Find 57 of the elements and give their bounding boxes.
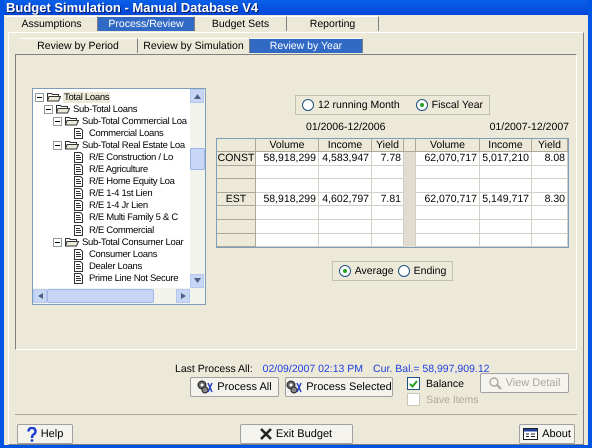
about-button[interactable]: About — [519, 424, 575, 444]
tree-item[interactable]: R/E Construction / Lo — [88, 152, 174, 164]
radio-label[interactable]: 12 running Month — [318, 99, 400, 111]
exit-button[interactable]: Exit Budget — [240, 424, 352, 444]
table-cell: 4,583,947 — [319, 152, 372, 166]
status-label: Last Process All: — [175, 363, 253, 375]
row-header[interactable]: EST — [217, 192, 256, 206]
tree-item[interactable]: Sub-Total Consumer Loar — [81, 236, 184, 248]
period-heading: 01/2007-12/2007 — [490, 121, 569, 133]
tree-item[interactable]: Total Loans — [63, 92, 110, 103]
table-cell: 62,070,717 — [416, 152, 480, 166]
tree-item[interactable]: Commercial Loans — [88, 128, 164, 139]
checkbox-label[interactable]: Balance — [407, 377, 479, 390]
table-cell: 8.30 — [532, 192, 568, 206]
radio-label[interactable]: Fiscal Year — [432, 99, 484, 111]
column-header[interactable]: Yield — [372, 139, 404, 152]
row-header[interactable]: CONST — [217, 152, 256, 166]
tree-item[interactable]: R/E 1-4 1st Lien — [88, 188, 154, 200]
tree-item[interactable]: R/E Agriculture — [88, 164, 149, 176]
table-cell: 58,918,299 — [256, 192, 319, 206]
table-cell: 8.08 — [532, 152, 568, 166]
window-title: Budget Simulation - Manual Database V4 — [6, 0, 258, 15]
tab[interactable]: Review by Year — [250, 38, 363, 53]
tab[interactable]: Reporting — [287, 16, 379, 31]
tree-item[interactable]: Sub-Total Loans — [72, 104, 138, 115]
tree-item[interactable]: Prime Line Not Secure — [88, 272, 180, 284]
tree-item[interactable]: Consumer Loans — [88, 248, 158, 260]
tree-item[interactable]: R/E 1-4 Jr Lien — [88, 200, 149, 212]
tree-item[interactable]: Sub-Total Real Estate Loa — [81, 140, 186, 151]
current-balance: Cur. Bal.= 58,997,909.12 — [373, 363, 490, 375]
process-button[interactable]: Process Selected — [285, 377, 393, 397]
table-cell: 5,149,717 — [480, 192, 532, 206]
tab[interactable]: Review by Simulation — [138, 38, 250, 53]
column-header[interactable]: Income — [319, 139, 372, 152]
column-header[interactable]: Yield — [532, 139, 568, 152]
tree-item[interactable]: R/E Multi Family 5 & C — [88, 212, 179, 224]
tree-item[interactable]: R/E Commercial — [88, 224, 155, 236]
column-header[interactable]: Volume — [416, 139, 480, 152]
tab[interactable]: Assumptions — [6, 16, 98, 31]
table-cell: 5,017,210 — [480, 152, 532, 166]
column-header[interactable]: Income — [480, 139, 532, 152]
radio-label[interactable]: Ending — [414, 265, 446, 278]
help-button[interactable]: Help — [17, 424, 73, 444]
column-header[interactable]: Volume — [256, 139, 319, 152]
tab[interactable]: Review by Period — [19, 38, 138, 53]
tab[interactable]: Process/Review — [98, 16, 195, 31]
table-cell: 4,602,797 — [319, 192, 372, 206]
tree-item[interactable]: Dealer Loans — [88, 260, 143, 272]
period-heading: 01/2006-12/2006 — [306, 121, 386, 133]
tree-item[interactable]: Sub-Total Commercial Loa — [81, 116, 188, 127]
tree-item[interactable]: R/E Home Equity Loa — [88, 176, 176, 188]
table-cell: 58,918,299 — [256, 152, 319, 166]
table-cell: 62,070,717 — [416, 192, 480, 206]
process-button[interactable]: Process All — [190, 377, 279, 397]
radio-label[interactable]: Average — [354, 265, 394, 278]
last-process-date: 02/09/2007 02:13 PM — [262, 363, 364, 375]
tab[interactable]: Budget Sets — [195, 16, 287, 31]
